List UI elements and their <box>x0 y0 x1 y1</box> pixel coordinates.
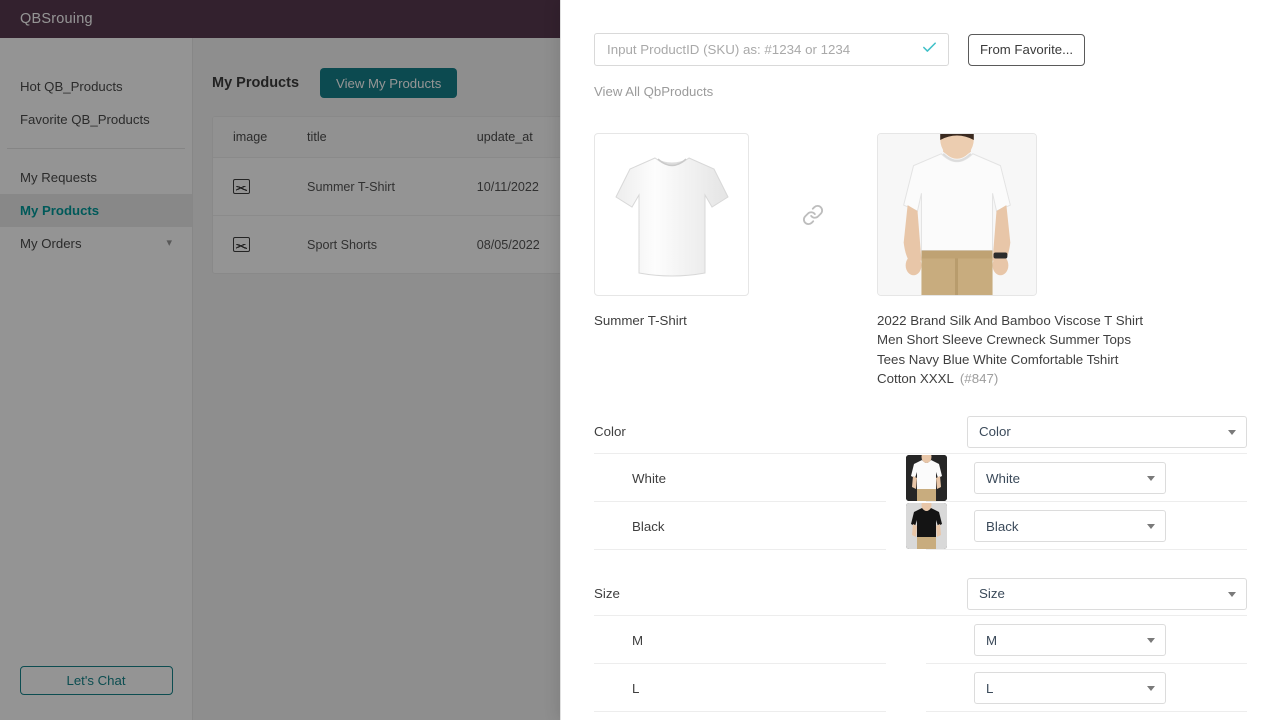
sku-search-row: From Favorite... <box>594 33 1247 66</box>
attribute-header-size: Size Size <box>594 572 1247 616</box>
option-select-wrapper-black: Black <box>974 510 1166 542</box>
attribute-select-value: Size <box>979 586 1005 601</box>
attribute-select-wrapper-color: Color <box>967 416 1247 448</box>
option-label-white: White <box>594 471 874 486</box>
product-comparison: Summer T-Shirt <box>594 133 1247 388</box>
option-select-black[interactable]: Black <box>974 510 1166 542</box>
option-label-l: L <box>594 681 874 696</box>
black-tee-thumbnail-image <box>906 503 947 549</box>
sku-input[interactable] <box>607 42 915 57</box>
attribute-label-color: Color <box>594 424 874 439</box>
option-label-black: Black <box>594 519 874 534</box>
option-select-wrapper-white: White <box>974 462 1166 494</box>
row-divider-left <box>594 711 886 712</box>
remote-product-image-frame <box>877 133 1037 296</box>
local-product-image-frame <box>594 133 749 296</box>
white-tshirt-illustration <box>608 145 736 285</box>
option-select-wrapper-l: L <box>974 672 1166 704</box>
white-tee-thumbnail-image <box>906 455 947 501</box>
remote-product-name-block: 2022 Brand Silk And Bamboo Viscose T Shi… <box>877 311 1159 388</box>
row-divider-left <box>594 549 886 550</box>
modal-backdrop-overlay[interactable] <box>0 0 560 720</box>
chevron-down-icon <box>1228 592 1236 597</box>
option-row-l: L L <box>594 664 1247 712</box>
option-select-white[interactable]: White <box>974 462 1166 494</box>
drawer-content: From Favorite... View All QbProducts <box>561 0 1280 712</box>
attribute-select-color[interactable]: Color <box>967 416 1247 448</box>
attribute-block-size: Size Size M M <box>594 572 1247 712</box>
row-divider-right <box>926 711 1247 712</box>
chevron-down-icon <box>1147 476 1155 481</box>
option-swatch-empty <box>906 665 947 711</box>
option-select-value: Black <box>986 519 1019 534</box>
sku-input-field[interactable] <box>594 33 949 66</box>
product-match-drawer: From Favorite... View All QbProducts <box>560 0 1280 720</box>
option-select-l[interactable]: L <box>974 672 1166 704</box>
link-icon <box>802 204 824 226</box>
option-row-m: M M <box>594 616 1247 664</box>
check-icon[interactable] <box>915 39 938 60</box>
attribute-select-wrapper-size: Size <box>967 578 1247 610</box>
remote-product-name: 2022 Brand Silk And Bamboo Viscose T Shi… <box>877 313 1143 386</box>
link-indicator <box>749 133 877 296</box>
remote-product-column: 2022 Brand Silk And Bamboo Viscose T Shi… <box>877 133 1159 388</box>
option-select-value: White <box>986 471 1020 486</box>
option-label-m: M <box>594 633 874 648</box>
option-select-m[interactable]: M <box>974 624 1166 656</box>
attribute-label-size: Size <box>594 586 874 601</box>
option-select-value: M <box>986 633 997 648</box>
option-select-value: L <box>986 681 993 696</box>
black-tee-thumbnail <box>906 503 947 549</box>
chevron-down-icon <box>1147 638 1155 643</box>
white-tee-thumbnail <box>906 455 947 501</box>
option-row-white: White White <box>594 454 1247 502</box>
option-row-black: Black Black <box>594 502 1247 550</box>
attribute-select-value: Color <box>979 424 1011 439</box>
attribute-header-color: Color Color <box>594 410 1247 454</box>
local-product-name: Summer T-Shirt <box>594 311 749 330</box>
chevron-down-icon <box>1228 430 1236 435</box>
option-select-wrapper-m: M <box>974 624 1166 656</box>
option-swatch-empty <box>906 617 947 663</box>
from-favorite-button[interactable]: From Favorite... <box>968 34 1085 66</box>
chevron-down-icon <box>1147 524 1155 529</box>
attribute-block-color: Color Color White <box>594 410 1247 550</box>
model-wearing-white-tshirt-photo <box>878 133 1036 296</box>
attribute-select-size[interactable]: Size <box>967 578 1247 610</box>
row-divider-right <box>926 549 1247 550</box>
local-product-column: Summer T-Shirt <box>594 133 749 330</box>
view-all-qbproducts-link[interactable]: View All QbProducts <box>594 84 1247 99</box>
remote-product-sku: (#847) <box>960 371 998 386</box>
chevron-down-icon <box>1147 686 1155 691</box>
